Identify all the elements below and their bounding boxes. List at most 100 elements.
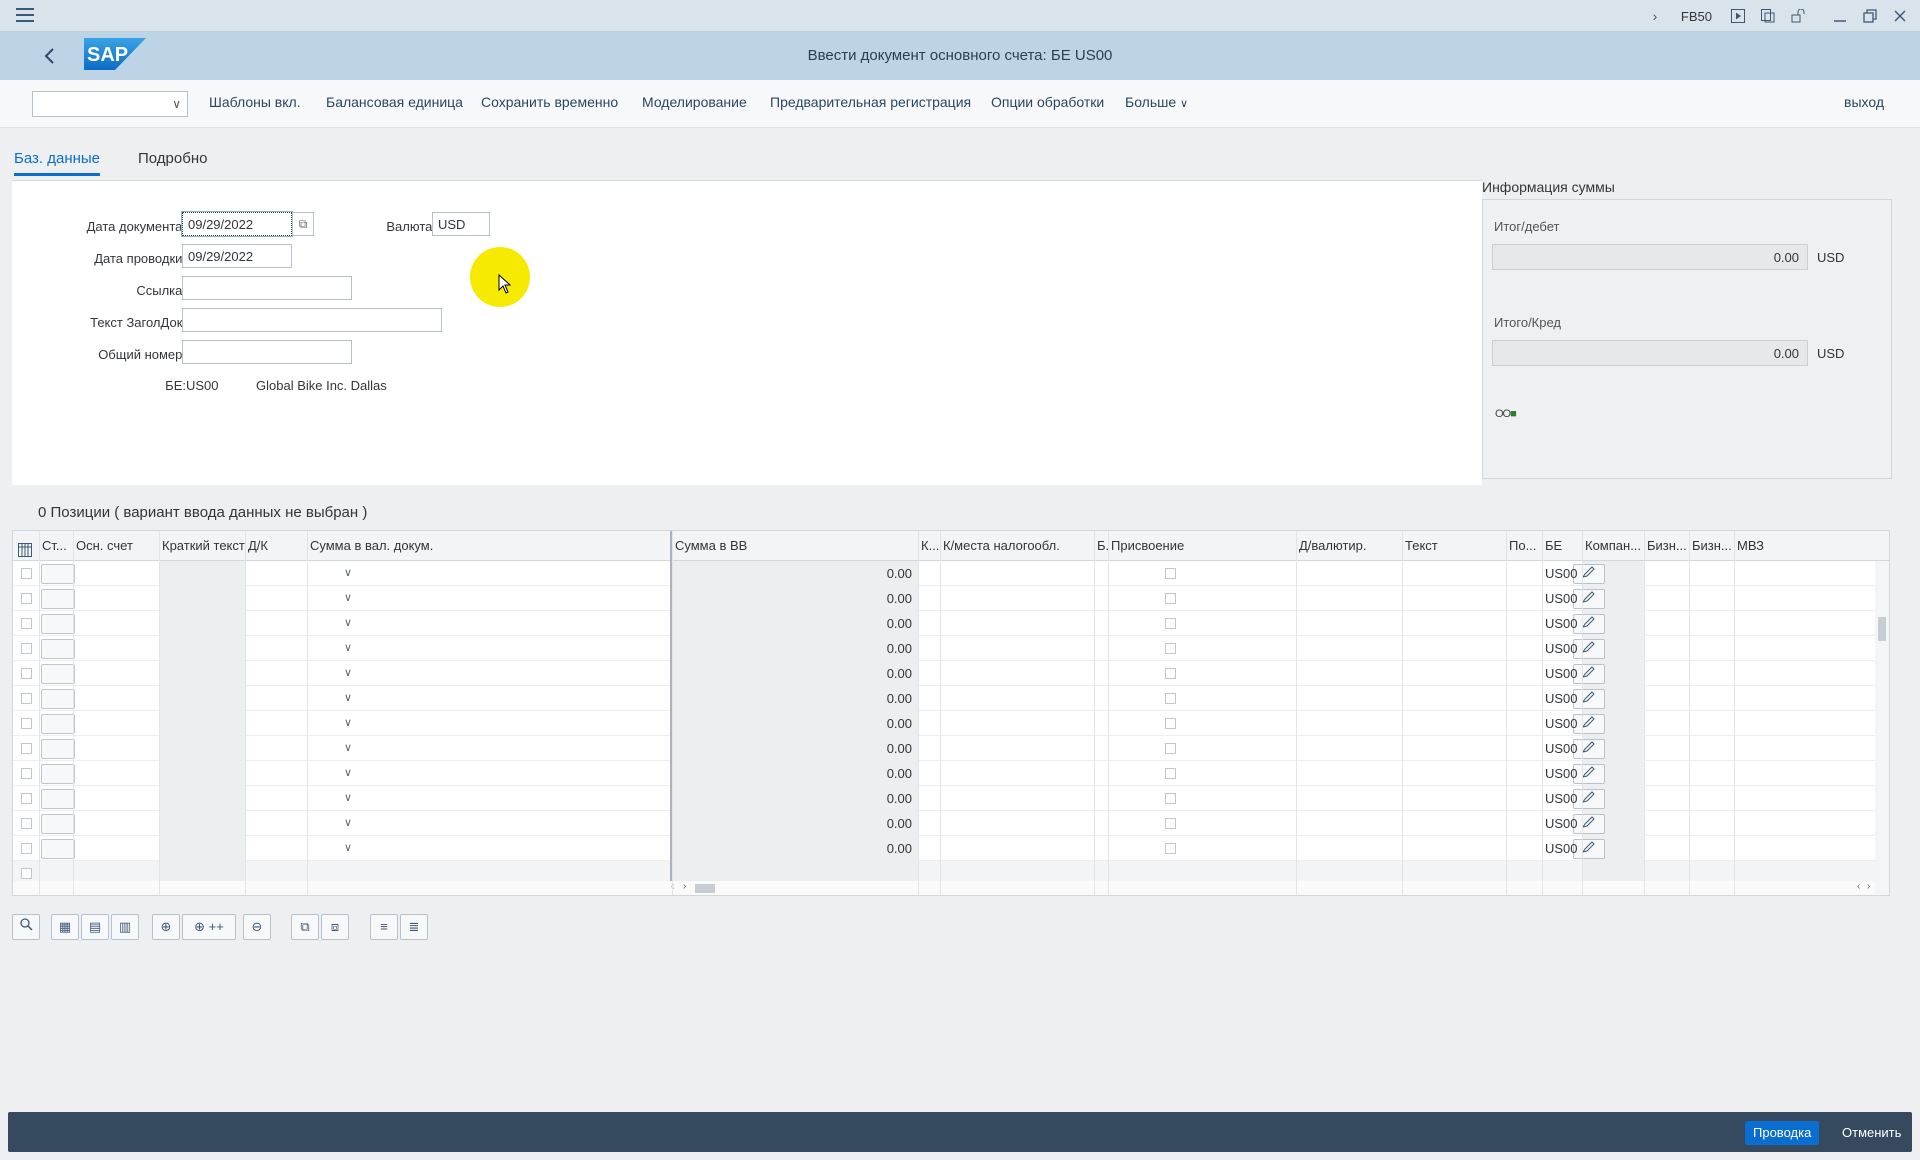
- cancel-button[interactable]: Отменить: [1836, 1121, 1907, 1145]
- tax-checkbox[interactable]: [1165, 668, 1176, 679]
- row-select-checkbox[interactable]: [21, 793, 32, 804]
- general-number-input[interactable]: [182, 340, 352, 364]
- status-cell[interactable]: [41, 839, 75, 859]
- vertical-scroll-thumb[interactable]: [1878, 617, 1886, 641]
- chevron-down-icon[interactable]: ∨: [344, 561, 358, 586]
- column-header[interactable]: По...: [1506, 531, 1542, 561]
- column-header[interactable]: Ст...: [39, 531, 73, 561]
- scroll-right-icon[interactable]: ›: [683, 881, 686, 892]
- column-header[interactable]: Краткий текст: [159, 531, 245, 561]
- horizontal-scrollbar[interactable]: ‹ › ‹ ›: [13, 881, 1875, 895]
- column-header[interactable]: Сумма в ВВ: [672, 531, 918, 561]
- paste-row-icon[interactable]: ⧈: [321, 914, 349, 940]
- post-date-input[interactable]: 09/29/2022: [182, 244, 292, 268]
- status-cell[interactable]: [41, 814, 75, 834]
- scroll-right-icon[interactable]: ›: [1867, 881, 1870, 892]
- row-select-checkbox[interactable]: [21, 568, 32, 579]
- row-select-checkbox[interactable]: [21, 643, 32, 654]
- table-row[interactable]: ∨ 0.00 US00: [13, 636, 1889, 661]
- horizontal-scroll-thumb[interactable]: [695, 884, 715, 893]
- vertical-scrollbar[interactable]: [1875, 561, 1889, 895]
- table-row[interactable]: ∨ 0.00 US00: [13, 736, 1889, 761]
- column-header[interactable]: Присвоение: [1108, 531, 1296, 561]
- chevron-down-icon[interactable]: ∨: [344, 636, 358, 661]
- chevron-down-icon[interactable]: ∨: [344, 661, 358, 686]
- status-cell[interactable]: [41, 664, 75, 684]
- tax-checkbox[interactable]: [1165, 568, 1176, 579]
- variant-combobox[interactable]: ∨: [32, 91, 188, 117]
- insert-row-icon[interactable]: ⊕: [152, 914, 180, 940]
- column-header[interactable]: Бизн...: [1689, 531, 1734, 561]
- column-header[interactable]: Бизн...: [1644, 531, 1689, 561]
- chevron-down-icon[interactable]: ∨: [344, 711, 358, 736]
- tax-checkbox[interactable]: [1165, 618, 1176, 629]
- reference-input[interactable]: [182, 276, 352, 300]
- chevron-down-icon[interactable]: ∨: [344, 836, 358, 861]
- chevron-right-icon[interactable]: ›: [1645, 6, 1665, 26]
- chevron-down-icon[interactable]: ∨: [344, 736, 358, 761]
- column-header[interactable]: К/места налогообл.: [940, 531, 1094, 561]
- tax-checkbox[interactable]: [1165, 818, 1176, 829]
- post-button[interactable]: Проводка: [1745, 1121, 1820, 1145]
- column-header[interactable]: К...: [918, 531, 940, 561]
- currency-input[interactable]: USD: [432, 212, 490, 236]
- templates-button[interactable]: Шаблоны вкл.: [209, 94, 301, 110]
- unlock-icon[interactable]: [1788, 6, 1808, 26]
- select-all-icon[interactable]: [15, 531, 37, 561]
- processing-options-button[interactable]: Опции обработки: [991, 94, 1104, 110]
- table-row[interactable]: ∨ 0.00 US00: [13, 761, 1889, 786]
- table-row[interactable]: ∨ 0.00 US00: [13, 836, 1889, 861]
- tax-checkbox[interactable]: [1165, 768, 1176, 779]
- insert-multiple-rows-button[interactable]: ⊕ ++: [182, 914, 236, 940]
- status-cell[interactable]: [41, 639, 75, 659]
- table-row[interactable]: ∨ 0.00 US00: [13, 686, 1889, 711]
- chevron-down-icon[interactable]: ∨: [344, 761, 358, 786]
- tax-checkbox[interactable]: [1165, 743, 1176, 754]
- status-cell[interactable]: [41, 789, 75, 809]
- row-select-checkbox[interactable]: [21, 593, 32, 604]
- column-header[interactable]: МВЗ: [1734, 531, 1794, 561]
- column-header[interactable]: Компан...: [1582, 531, 1644, 561]
- back-icon[interactable]: [40, 44, 60, 68]
- simulate-button[interactable]: Моделирование: [642, 94, 747, 110]
- status-cell[interactable]: [41, 689, 75, 709]
- column-header[interactable]: БЕ: [1542, 531, 1582, 561]
- chevron-down-icon[interactable]: ∨: [344, 786, 358, 811]
- table-row[interactable]: ∨ 0.00 US00: [13, 811, 1889, 836]
- status-cell[interactable]: [41, 714, 75, 734]
- table-row[interactable]: ∨ 0.00 US00: [13, 586, 1889, 611]
- row-select-checkbox[interactable]: [21, 618, 32, 629]
- select-all-rows-icon[interactable]: ▦: [51, 914, 79, 940]
- chevron-down-icon[interactable]: ∨: [344, 611, 358, 636]
- play-icon[interactable]: [1728, 6, 1748, 26]
- tax-checkbox[interactable]: [1165, 593, 1176, 604]
- delete-row-icon[interactable]: ⊖: [243, 914, 271, 940]
- tax-checkbox[interactable]: [1165, 693, 1176, 704]
- deselect-all-icon[interactable]: ▥: [111, 914, 139, 940]
- table-row[interactable]: ∨ 0.00 US00: [13, 611, 1889, 636]
- column-header[interactable]: Д/К: [245, 531, 307, 561]
- row-select-checkbox[interactable]: [21, 743, 32, 754]
- row-select-checkbox[interactable]: [21, 818, 32, 829]
- restore-icon[interactable]: [1860, 6, 1880, 26]
- bookmark-icon[interactable]: [1758, 6, 1778, 26]
- row-select-checkbox[interactable]: [21, 768, 32, 779]
- row-select-checkbox[interactable]: [21, 668, 32, 679]
- scroll-left-icon[interactable]: ‹: [1857, 881, 1860, 892]
- zoom-icon[interactable]: [12, 914, 40, 940]
- sort-ascending-icon[interactable]: ≡: [370, 914, 398, 940]
- status-cell[interactable]: [41, 564, 75, 584]
- row-select-checkbox[interactable]: [21, 843, 32, 854]
- tax-checkbox[interactable]: [1165, 643, 1176, 654]
- column-header[interactable]: Текст: [1402, 531, 1506, 561]
- table-row[interactable]: ∨ 0.00 US00: [13, 711, 1889, 736]
- tax-checkbox[interactable]: [1165, 718, 1176, 729]
- row-select-checkbox[interactable]: [21, 693, 32, 704]
- copy-row-icon[interactable]: ⧉: [291, 914, 319, 940]
- row-select-checkbox[interactable]: [21, 868, 32, 879]
- chevron-down-icon[interactable]: ∨: [344, 811, 358, 836]
- status-cell[interactable]: [41, 589, 75, 609]
- tab-details[interactable]: Подробно: [138, 150, 207, 173]
- tax-checkbox[interactable]: [1165, 793, 1176, 804]
- close-icon[interactable]: [1890, 6, 1910, 26]
